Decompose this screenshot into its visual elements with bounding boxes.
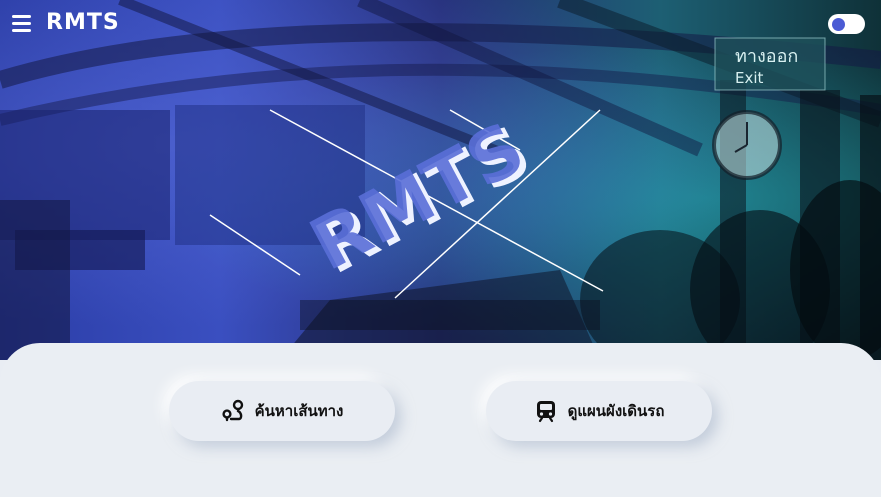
svg-text:ทางออก: ทางออก: [735, 46, 798, 67]
find-route-label: ค้นหาเส้นทาง: [254, 402, 344, 420]
top-bar: RMTS: [0, 0, 881, 48]
hero-illustration: ทางออก Exit RMTS RMTS: [0, 0, 881, 360]
view-route-map-label: ดูแผนผังเดินรถ: [567, 402, 665, 420]
theme-toggle[interactable]: [828, 14, 865, 34]
hamburger-menu-icon[interactable]: [12, 15, 31, 32]
find-route-button[interactable]: ค้นหาเส้นทาง: [169, 381, 395, 441]
route-pin-icon: [221, 399, 245, 423]
train-icon: [534, 399, 558, 423]
view-route-map-button[interactable]: ดูแผนผังเดินรถ: [486, 381, 712, 441]
action-panel: [0, 343, 881, 497]
toggle-knob: [832, 18, 845, 31]
app-brand: RMTS: [46, 10, 120, 35]
hero-banner: ทางออก Exit RMTS RMTS RMTS: [0, 0, 881, 360]
svg-text:Exit: Exit: [735, 69, 764, 87]
